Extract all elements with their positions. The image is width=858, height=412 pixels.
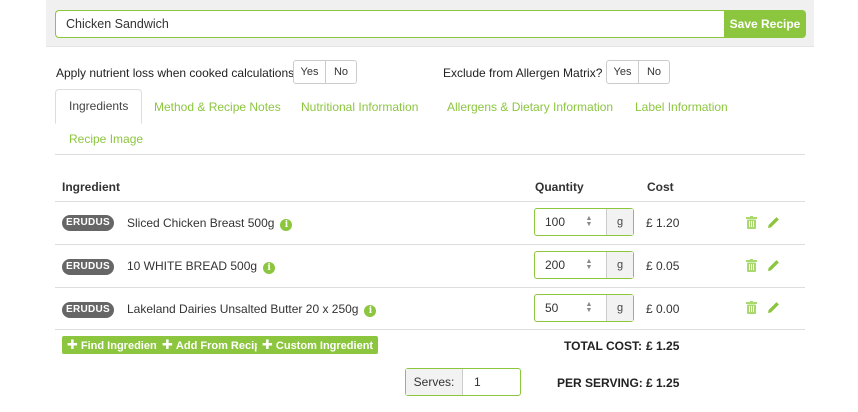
- unit-label: g: [606, 209, 633, 235]
- quantity-input[interactable]: 50 ▲ ▼ g: [534, 294, 634, 322]
- quantity-value[interactable]: 200: [545, 252, 565, 278]
- row-divider: [55, 201, 805, 202]
- ingredient-name-text: Lakeland Dairies Unsalted Butter 20 x 25…: [127, 302, 359, 316]
- custom-ingredient-label: Custom Ingredient: [275, 340, 374, 352]
- allergen-exclude-label: Exclude from Allergen Matrix? :: [443, 66, 610, 80]
- recipe-name-input[interactable]: Chicken Sandwich: [55, 10, 725, 38]
- ingredient-column-header: Ingredient: [62, 180, 121, 194]
- supplier-badge: ERUDUS: [62, 302, 114, 318]
- quantity-value[interactable]: 50: [545, 295, 558, 321]
- nutrient-loss-toggle: Yes No: [293, 60, 357, 84]
- allergen-exclude-no-button[interactable]: No: [638, 61, 669, 83]
- custom-ingredient-button[interactable]: ✚ Custom Ingredient: [257, 336, 379, 354]
- quantity-column-header: Quantity: [535, 180, 584, 194]
- pencil-icon[interactable]: [767, 259, 780, 272]
- info-icon[interactable]: i: [364, 305, 377, 317]
- per-serving-label: PER SERVING:: [557, 376, 643, 390]
- tab-method-recipe-notes[interactable]: Method & Recipe Notes: [154, 100, 281, 114]
- find-ingredients-button[interactable]: ✚ Find Ingredients: [62, 336, 172, 354]
- quantity-value[interactable]: 100: [545, 209, 565, 235]
- add-from-recipe-label: Add From Recipe: [175, 340, 267, 352]
- spinner-arrows-icon[interactable]: ▲ ▼: [585, 215, 593, 228]
- spinner-arrows-icon[interactable]: ▲ ▼: [585, 258, 593, 271]
- pencil-icon[interactable]: [767, 216, 780, 229]
- serves-label: Serves:: [406, 369, 463, 395]
- supplier-badge: ERUDUS: [62, 259, 114, 275]
- plus-icon: ✚: [162, 337, 173, 352]
- tab-nutritional-information[interactable]: Nutritional Information: [301, 100, 418, 114]
- tab-ingredients[interactable]: Ingredients: [55, 89, 143, 124]
- total-cost-value: £ 1.25: [646, 339, 680, 353]
- nutrient-loss-yes-button[interactable]: Yes: [294, 61, 325, 83]
- cost-value: £ 0.05: [646, 259, 680, 273]
- add-from-recipe-button[interactable]: ✚ Add From Recipe: [157, 336, 272, 354]
- pencil-icon[interactable]: [767, 301, 780, 314]
- plus-icon: ✚: [67, 337, 78, 352]
- tab-allergens-dietary[interactable]: Allergens & Dietary Information: [447, 100, 613, 114]
- row-divider: [55, 244, 805, 245]
- ingredient-name: Sliced Chicken Breast 500g i: [127, 216, 293, 231]
- per-serving-value: £ 1.25: [646, 376, 680, 390]
- cost-value: £ 0.00: [646, 302, 680, 316]
- ingredient-name-text: 10 WHITE BREAD 500g: [127, 259, 258, 273]
- trash-icon[interactable]: [746, 301, 757, 314]
- unit-label: g: [606, 252, 633, 278]
- ingredient-name: Lakeland Dairies Unsalted Butter 20 x 25…: [127, 302, 377, 317]
- info-icon[interactable]: i: [263, 262, 276, 274]
- unit-label: g: [606, 295, 633, 321]
- ingredient-name: 10 WHITE BREAD 500g i: [127, 259, 276, 274]
- save-recipe-button[interactable]: Save Recipe: [724, 10, 806, 38]
- trash-icon[interactable]: [746, 216, 757, 229]
- row-divider: [55, 329, 805, 330]
- tabs-divider: [55, 154, 805, 155]
- plus-icon: ✚: [262, 337, 273, 352]
- quantity-input[interactable]: 200 ▲ ▼ g: [534, 251, 634, 279]
- nutrient-loss-label: Apply nutrient loss when cooked calculat…: [56, 66, 301, 80]
- find-ingredients-label: Find Ingredients: [80, 340, 167, 352]
- allergen-exclude-yes-button[interactable]: Yes: [607, 61, 638, 83]
- cost-value: £ 1.20: [646, 216, 680, 230]
- cost-column-header: Cost: [647, 180, 674, 194]
- row-divider: [55, 287, 805, 288]
- supplier-badge: ERUDUS: [62, 215, 114, 231]
- info-icon[interactable]: i: [280, 219, 293, 231]
- ingredient-name-text: Sliced Chicken Breast 500g: [127, 216, 275, 230]
- trash-icon[interactable]: [746, 259, 757, 272]
- spinner-arrows-icon[interactable]: ▲ ▼: [585, 301, 593, 314]
- tab-recipe-image[interactable]: Recipe Image: [69, 132, 143, 146]
- total-cost-label: TOTAL COST:: [564, 339, 642, 353]
- serves-input[interactable]: 1: [463, 369, 481, 395]
- quantity-input[interactable]: 100 ▲ ▼ g: [534, 208, 634, 236]
- nutrient-loss-no-button[interactable]: No: [325, 61, 356, 83]
- allergen-exclude-toggle: Yes No: [606, 60, 670, 84]
- tab-label-information[interactable]: Label Information: [635, 100, 728, 114]
- serves-field: Serves: 1: [405, 368, 521, 396]
